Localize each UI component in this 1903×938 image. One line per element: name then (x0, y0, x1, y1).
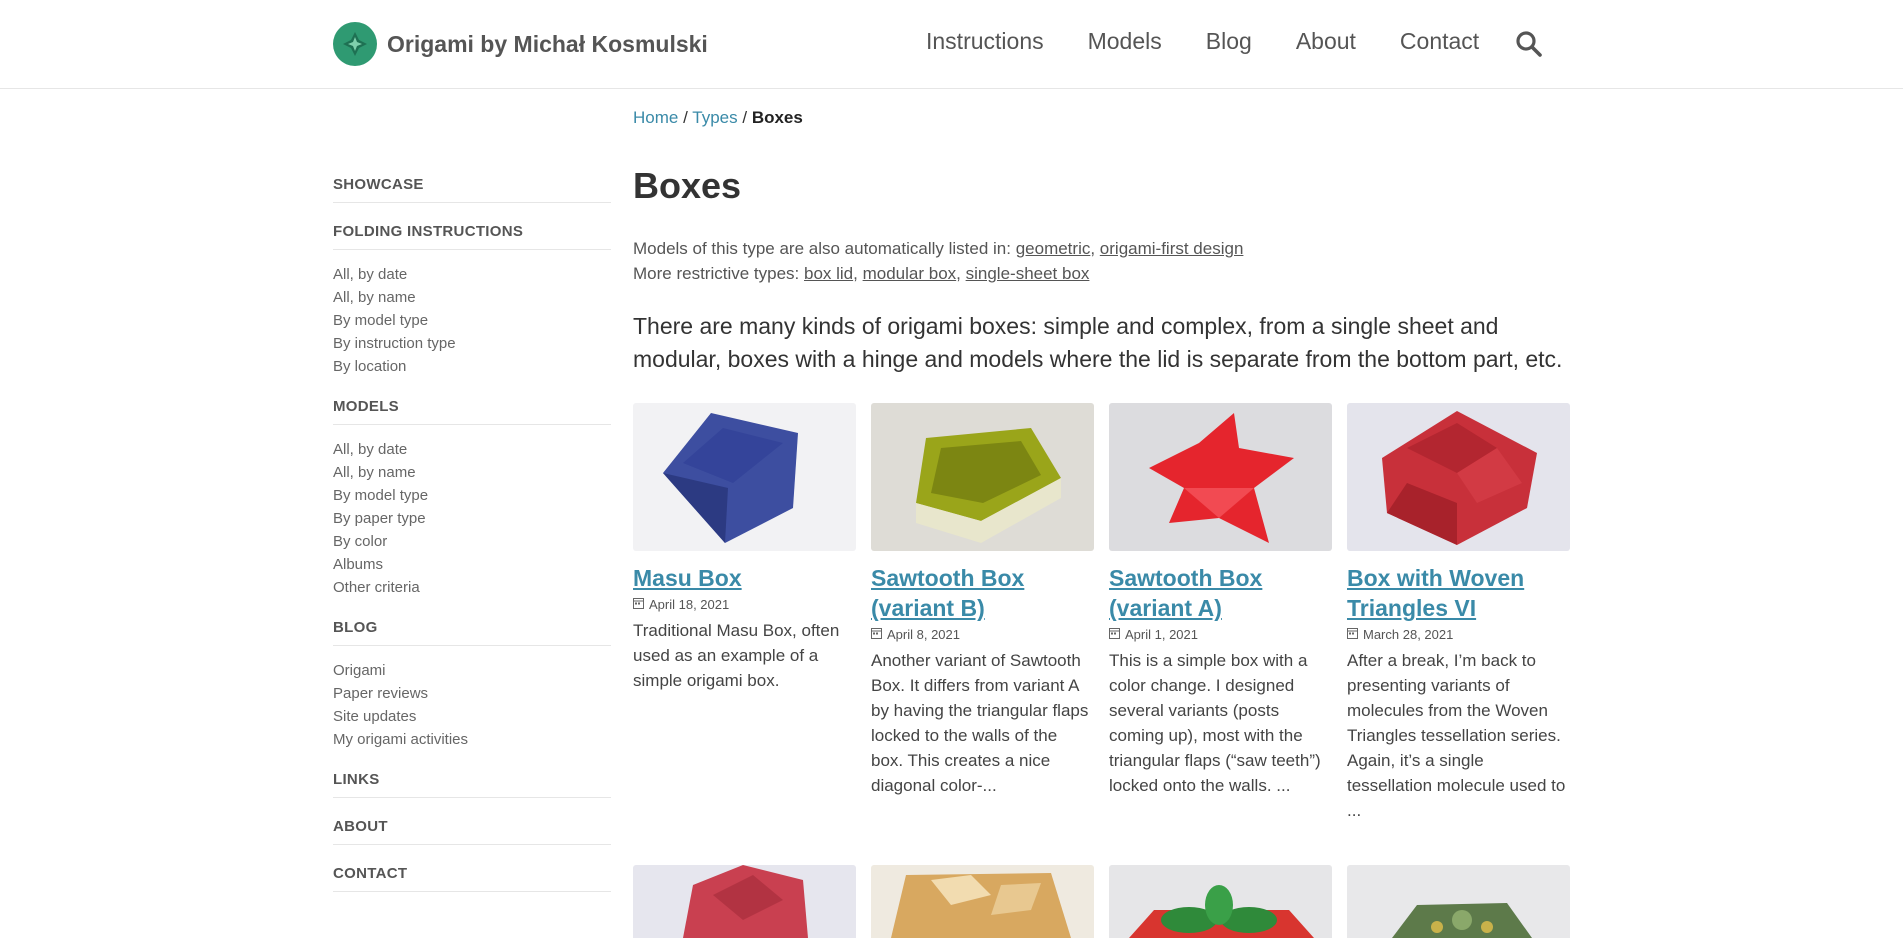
sidebar-item-blog-paper-reviews[interactable]: Paper reviews (333, 682, 611, 705)
model-card: Box with Woven Triangles VI March 28, 202… (1347, 403, 1570, 823)
sidebar-item-models-by-name[interactable]: All, by name (333, 461, 611, 484)
model-date: April 1, 2021 (1109, 627, 1332, 642)
search-icon[interactable] (1515, 30, 1543, 58)
sidebar-item-models-by-color[interactable]: By color (333, 530, 611, 553)
model-title-link[interactable]: Sawtooth Box (variant A) (1109, 563, 1332, 623)
sidebar-blog-heading[interactable]: BLOG (333, 619, 611, 646)
sidebar-item-models-other[interactable]: Other criteria (333, 576, 611, 599)
sidebar-models-heading[interactable]: MODELS (333, 398, 611, 425)
page-title: Boxes (633, 165, 742, 206)
model-thumbnail[interactable] (1347, 865, 1570, 938)
model-date: April 18, 2021 (633, 597, 856, 612)
sidebar-item-models-by-model-type[interactable]: By model type (333, 484, 611, 507)
link-origami-first-design[interactable]: origami-first design (1100, 239, 1244, 258)
breadcrumb-types[interactable]: Types (692, 108, 737, 127)
link-single-sheet-box[interactable]: single-sheet box (966, 264, 1090, 283)
breadcrumb-separator: / (683, 108, 688, 127)
breadcrumb-current: Boxes (751, 108, 803, 127)
nav-contact[interactable]: Contact (1400, 28, 1479, 55)
link-box-lid[interactable]: box lid (804, 264, 853, 283)
model-title-link[interactable]: Sawtooth Box (variant B) (871, 563, 1094, 623)
link-modular-box[interactable]: modular box (863, 264, 957, 283)
nav-about[interactable]: About (1296, 28, 1356, 55)
brand[interactable]: Origami by Michał Kosmulski (333, 22, 708, 66)
model-title-link[interactable]: Box with Woven Triangles VI (1347, 563, 1570, 623)
breadcrumb-separator: / (742, 108, 748, 127)
sidebar-item-models-albums[interactable]: Albums (333, 553, 611, 576)
model-title-link[interactable]: Masu Box (633, 563, 856, 593)
sidebar-item-instr-by-instruction-type[interactable]: By instruction type (333, 332, 611, 355)
breadcrumb: Home / Types / Boxes (633, 108, 803, 128)
nav-instructions[interactable]: Instructions (926, 28, 1044, 55)
model-date: March 28, 2021 (1347, 627, 1570, 642)
sidebar-about[interactable]: ABOUT (333, 818, 611, 845)
model-thumbnail[interactable] (633, 403, 856, 551)
calendar-icon (1109, 627, 1120, 642)
sidebar-item-instr-by-location[interactable]: By location (333, 355, 611, 378)
sidebar-links[interactable]: LINKS (333, 771, 611, 798)
model-card: Sawtooth Box (variant A) April 1, 2021 Th… (1109, 403, 1332, 798)
model-description: Another variant of Sawtooth Box. It diff… (871, 651, 1089, 795)
also-listed-label: Models of this type are also automatical… (633, 239, 1011, 258)
breadcrumb-home[interactable]: Home (633, 108, 678, 127)
model-date: April 8, 2021 (871, 627, 1094, 642)
model-thumbnail[interactable] (1109, 865, 1332, 938)
site-header: Origami by Michał Kosmulski Instructions… (0, 0, 1903, 89)
site-title[interactable]: Origami by Michał Kosmulski (387, 31, 708, 58)
nav-blog[interactable]: Blog (1206, 28, 1252, 55)
link-geometric[interactable]: geometric (1016, 239, 1091, 258)
model-thumbnail[interactable] (871, 865, 1094, 938)
sidebar-item-instr-by-model-type[interactable]: By model type (333, 309, 611, 332)
model-description: After a break, I’m back to presenting va… (1347, 651, 1566, 820)
sidebar-item-instr-by-name[interactable]: All, by name (333, 286, 611, 309)
calendar-icon (633, 597, 644, 612)
model-card: Masu Box April 18, 2021 Traditional Masu… (633, 403, 856, 693)
sidebar-item-blog-activities[interactable]: My origami activities (333, 728, 611, 751)
logo-icon[interactable] (333, 22, 377, 66)
nav-models[interactable]: Models (1088, 28, 1162, 55)
sidebar: SHOWCASE FOLDING INSTRUCTIONS All, by da… (333, 176, 611, 912)
sidebar-item-models-by-date[interactable]: All, by date (333, 438, 611, 461)
sidebar-contact[interactable]: CONTACT (333, 865, 611, 892)
intro-text: There are many kinds of origami boxes: s… (633, 313, 1563, 372)
model-thumbnail[interactable] (633, 865, 856, 938)
sidebar-item-blog-site-updates[interactable]: Site updates (333, 705, 611, 728)
type-meta: Models of this type are also automatical… (633, 239, 1244, 283)
sidebar-item-blog-origami[interactable]: Origami (333, 659, 611, 682)
sidebar-item-models-by-paper-type[interactable]: By paper type (333, 507, 611, 530)
sidebar-showcase[interactable]: SHOWCASE (333, 176, 611, 203)
model-thumbnail[interactable] (1347, 403, 1570, 551)
calendar-icon (871, 627, 882, 642)
model-description: Traditional Masu Box, often used as an e… (633, 621, 840, 690)
model-thumbnail[interactable] (871, 403, 1094, 551)
model-card: Sawtooth Box (variant B) April 8, 2021 An… (871, 403, 1094, 798)
sidebar-item-instr-by-date[interactable]: All, by date (333, 263, 611, 286)
sidebar-folding-heading[interactable]: FOLDING INSTRUCTIONS (333, 223, 611, 250)
calendar-icon (1347, 627, 1358, 642)
restrictive-types-label: More restrictive types: (633, 264, 800, 283)
model-description: This is a simple box with a color change… (1109, 651, 1321, 795)
main-nav: Instructions Models Blog About Contact (926, 28, 1479, 55)
model-thumbnail[interactable] (1109, 403, 1332, 551)
